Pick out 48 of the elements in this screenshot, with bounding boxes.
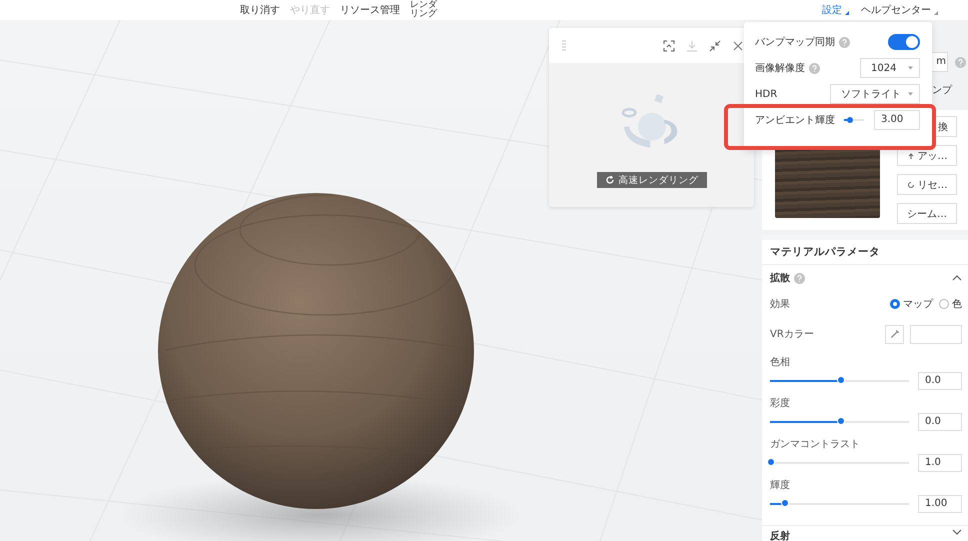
value-field[interactable]: 0.0 xyxy=(918,372,962,390)
dropdown-caret-icon xyxy=(908,66,913,70)
fast-render-button[interactable]: 高速レンダリング xyxy=(596,172,706,188)
field-label: VRカラー xyxy=(770,328,814,341)
eyedropper-icon xyxy=(888,328,900,340)
value-field[interactable]: 1.0 xyxy=(918,454,962,472)
texture-button[interactable]: シーム… xyxy=(897,203,957,224)
corner-caret-icon xyxy=(845,11,849,15)
menu-item[interactable]: 取り消す xyxy=(240,3,280,17)
menu-item[interactable]: リソース管理 xyxy=(340,3,400,17)
setting-label: バンプマップ同期 xyxy=(755,36,835,49)
setting-label: アンビエント輝度 xyxy=(755,114,835,127)
hdr-select[interactable]: ソフトライト xyxy=(830,84,920,104)
section-title: 反射 xyxy=(770,530,790,541)
chevron-icon[interactable] xyxy=(952,275,962,281)
eyedropper-button[interactable] xyxy=(885,324,904,344)
slider-label: 輝度 xyxy=(770,478,791,492)
drag-handle-icon[interactable] xyxy=(562,40,566,52)
reset-icon xyxy=(906,180,914,188)
dropdown-caret-icon xyxy=(908,92,913,96)
setting-label: 画像解像度 xyxy=(755,62,805,75)
color-field[interactable] xyxy=(910,324,962,344)
reset-button[interactable]: リセ… xyxy=(897,174,957,195)
top-menu-item[interactable]: 設定 xyxy=(822,3,842,17)
slider-label: ガンマコントラスト xyxy=(770,438,861,451)
slider-label: 色相 xyxy=(770,356,791,369)
refresh-icon xyxy=(604,175,614,185)
value-field[interactable]: 3.00 xyxy=(874,110,920,130)
top-menu-item[interactable]: ヘルプセンター xyxy=(861,3,931,17)
upload-icon xyxy=(906,152,914,160)
collapse-icon[interactable] xyxy=(709,40,721,52)
slider-label: 彩度 xyxy=(770,396,791,410)
value-field[interactable]: 1.00 xyxy=(918,495,962,513)
chevron-icon[interactable] xyxy=(952,529,962,535)
panel-title: マテリアルパラメータ xyxy=(762,240,968,265)
setting-label: HDR xyxy=(755,88,778,100)
radio-option[interactable]: マップ xyxy=(890,297,933,311)
corner-caret-icon xyxy=(934,11,938,15)
radio-option[interactable]: 色 xyxy=(939,297,962,311)
resolution-select[interactable]: 1024 xyxy=(860,58,920,78)
section-title: 拡散 xyxy=(770,272,790,285)
value-field[interactable]: 0.0 xyxy=(918,413,962,431)
menu-item[interactable]: レンダリング xyxy=(410,0,440,20)
close-icon[interactable] xyxy=(732,40,744,52)
screenshot-icon[interactable] xyxy=(663,40,675,52)
tab[interactable]: ンプ xyxy=(932,82,952,98)
toggle-switch[interactable] xyxy=(888,34,920,50)
field-label: 効果 xyxy=(770,298,790,311)
